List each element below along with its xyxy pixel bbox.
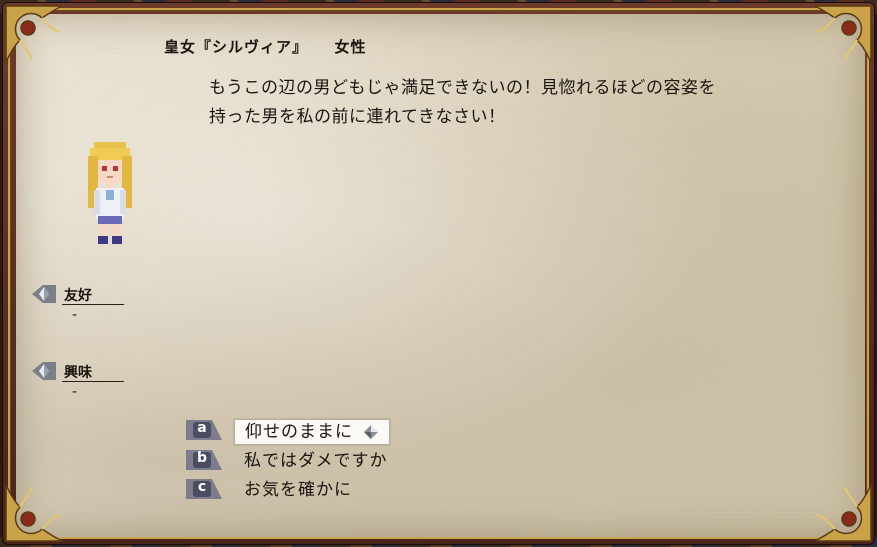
- character-portrait-icon: [88, 142, 132, 244]
- choice-label: 仰せのままに: [245, 422, 353, 442]
- stat-label: 友好: [64, 288, 92, 304]
- choice-text[interactable]: 私ではダメですか: [234, 449, 398, 473]
- stat-affinity: 友好 -: [30, 283, 130, 333]
- corner-ornament-icon: [814, 5, 872, 63]
- choice-option-a[interactable]: a 仰せのままに: [186, 417, 426, 445]
- stat-value: -: [72, 307, 78, 323]
- stat-label: 興味: [64, 365, 92, 381]
- corner-ornament-icon: [814, 484, 872, 542]
- diamond-bullet-icon: [32, 362, 56, 380]
- dialogue-line: もうこの辺の男どもじゃ満足できないの！見惚れるほどの容姿を: [209, 78, 716, 98]
- diamond-bullet-icon: [32, 285, 56, 303]
- game-screen: 皇女『シルヴィア』 女性 もうこの辺の男どもじゃ満足できないの！見惚れるほどの容…: [0, 0, 877, 547]
- corner-ornament-icon: [5, 484, 63, 542]
- choice-text[interactable]: 仰せのままに: [234, 419, 390, 445]
- choice-option-c[interactable]: c お気を確かに: [186, 476, 426, 502]
- stat-underline: [62, 304, 124, 305]
- speaker-name: 皇女『シルヴィア』 女性: [164, 36, 367, 57]
- stat-value: -: [72, 384, 78, 400]
- corner-ornament-icon: [5, 5, 63, 63]
- choice-key-label: a: [197, 420, 207, 436]
- selection-cursor-icon: [364, 425, 378, 439]
- choice-key-label: c: [197, 479, 207, 495]
- speaker-gender: 女性: [334, 38, 367, 56]
- choice-option-b[interactable]: b 私ではダメですか: [186, 447, 426, 473]
- stat-underline: [62, 381, 124, 382]
- choice-text[interactable]: お気を確かに: [234, 478, 362, 502]
- dialogue-line: 持った男を私の前に連れてきなさい！: [209, 107, 506, 127]
- choice-key-label: b: [196, 450, 208, 466]
- dialogue-text: もうこの辺の男どもじゃ満足できないの！見惚れるほどの容姿を 持った男を私の前に連…: [209, 74, 829, 132]
- speaker-title: 皇女『シルヴィア』: [164, 38, 309, 56]
- stat-interest: 興味 -: [30, 360, 130, 410]
